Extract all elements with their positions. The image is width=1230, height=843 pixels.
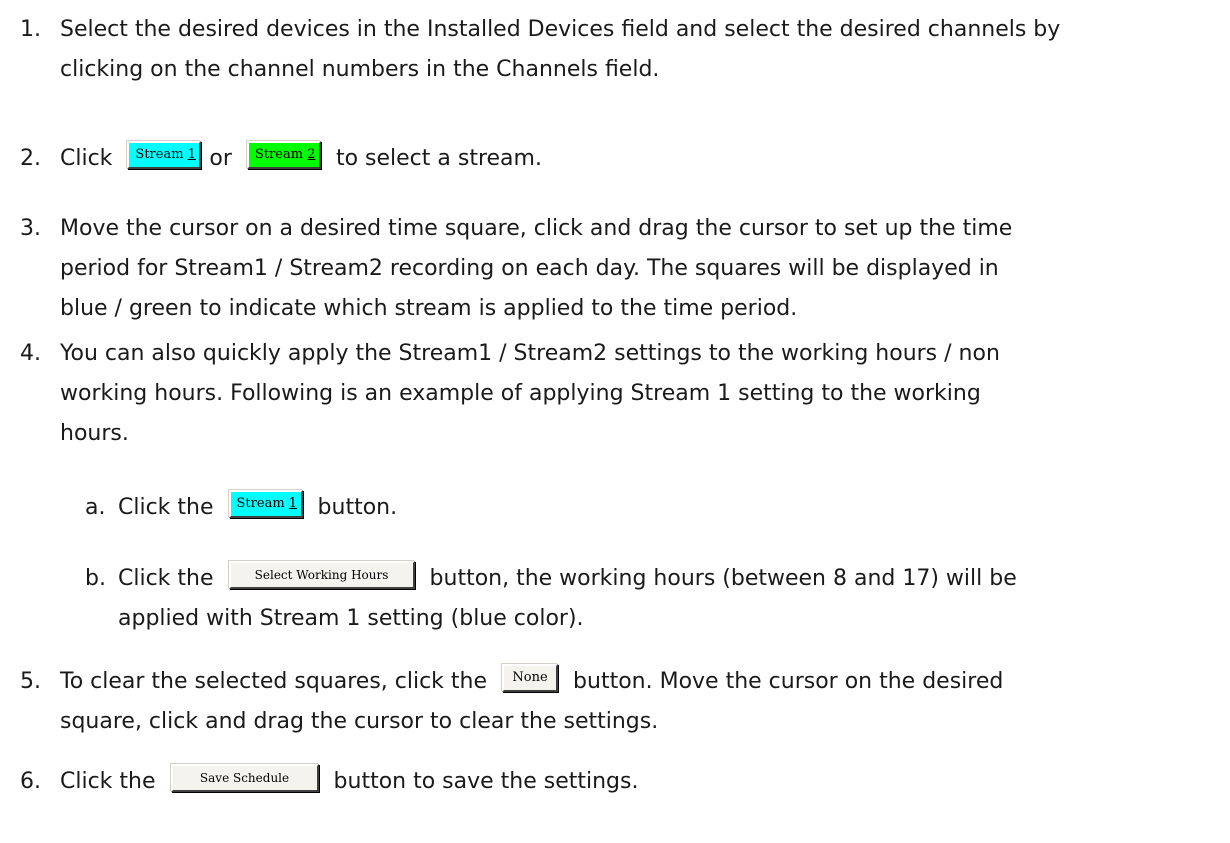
step-text-line: Click Stream 1 or Stream 2 to select a st…: [60, 140, 542, 178]
step-number: 1.: [20, 17, 41, 42]
step-text: Click: [60, 146, 113, 171]
stream-1-button[interactable]: Stream 1: [228, 490, 303, 518]
substep-text-line: applied with Stream 1 setting (blue colo…: [118, 606, 584, 631]
step-text: Click the: [60, 769, 156, 794]
substep-letter: b.: [85, 566, 106, 591]
none-button[interactable]: None: [502, 664, 559, 692]
step-text-line: To clear the selected squares, click the…: [60, 663, 1003, 701]
stream-1-button[interactable]: Stream 1: [127, 141, 202, 169]
step-text: To clear the selected squares, click the: [60, 669, 488, 694]
step-text-line: Move the cursor on a desired time square…: [60, 216, 1013, 241]
step-text-line: Select the desired devices in the Instal…: [60, 17, 1061, 42]
step-text: Click the: [118, 495, 214, 520]
step-text-line: square, click and drag the cursor to cle…: [60, 709, 659, 734]
step-text: button.: [317, 495, 398, 520]
step-text: to select a stream.: [335, 146, 542, 171]
step-number: 5.: [20, 669, 41, 694]
step-text: Click the: [118, 566, 214, 591]
step-text: or: [209, 146, 232, 171]
step-number: 4.: [20, 341, 41, 366]
step-text-line: You can also quickly apply the Stream1 /…: [60, 341, 1000, 366]
step-number: 6.: [20, 769, 41, 794]
save-schedule-button[interactable]: Save Schedule: [170, 764, 319, 792]
substep-text-line: Click the Select Working Hours button, t…: [118, 560, 1017, 598]
substep-text-line: Click the Stream 1 button.: [118, 489, 397, 527]
step-text-line: working hours. Following is an example o…: [60, 381, 981, 406]
substep-letter: a.: [85, 495, 106, 520]
step-number: 2.: [20, 146, 41, 171]
step-text-line: hours.: [60, 421, 129, 446]
step-text-line: blue / green to indicate which stream is…: [60, 296, 798, 321]
step-text-line: clicking on the channel numbers in the C…: [60, 57, 660, 82]
step-text: button. Move the cursor on the desired: [573, 669, 1004, 694]
step-text: button, the working hours (between 8 and…: [429, 566, 1017, 591]
step-text-line: Click the Save Schedule button to save t…: [60, 763, 638, 801]
instructions-page: 1. Select the desired devices in the Ins…: [0, 0, 1230, 843]
stream-2-button[interactable]: Stream 2: [246, 141, 321, 169]
step-text-line: period for Stream1 / Stream2 recording o…: [60, 256, 999, 281]
step-text: button to save the settings.: [333, 769, 639, 794]
select-working-hours-button[interactable]: Select Working Hours: [228, 561, 415, 589]
step-number: 3.: [20, 216, 41, 241]
